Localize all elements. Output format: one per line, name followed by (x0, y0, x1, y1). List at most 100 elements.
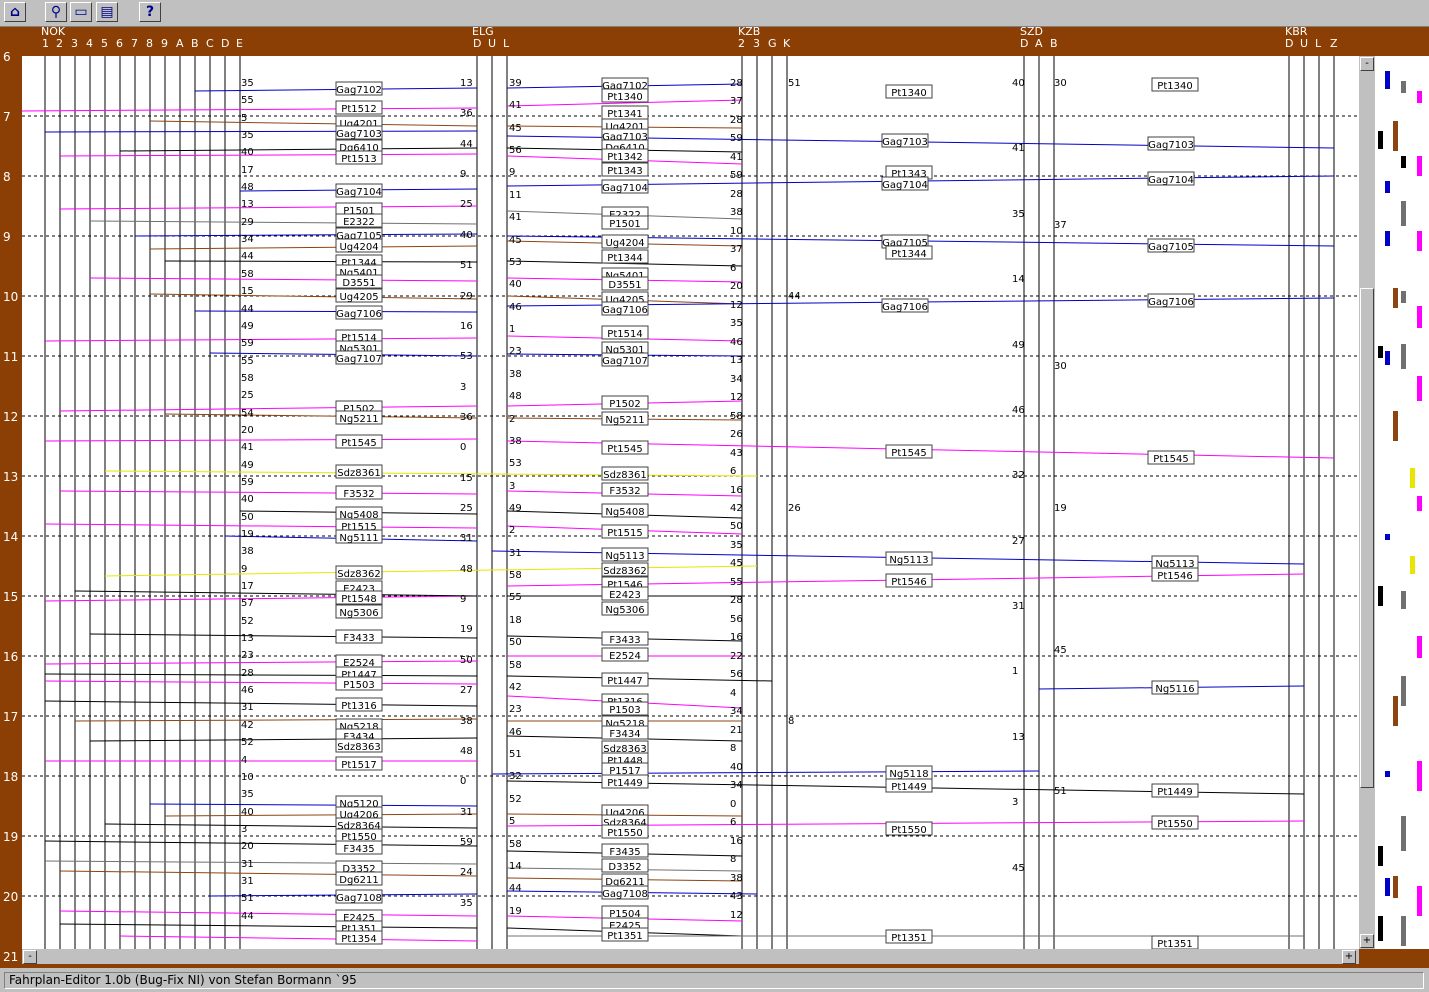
train-path[interactable] (44, 438, 478, 442)
train-label[interactable]: Pt1512 (335, 100, 383, 115)
toolbar-button-4[interactable]: ? (139, 2, 161, 22)
train-path[interactable] (164, 813, 478, 817)
train-path[interactable] (149, 803, 478, 807)
train-label[interactable]: Gag7107 (335, 350, 383, 365)
train-label[interactable]: Pt1341 (601, 105, 649, 120)
train-label[interactable]: Pt1513 (335, 150, 383, 165)
train-path[interactable] (44, 840, 478, 847)
train-path[interactable] (59, 205, 478, 210)
train-label[interactable]: Gag7106 (1147, 293, 1195, 308)
train-path[interactable] (59, 910, 478, 917)
scroll-right-button[interactable]: + (1342, 950, 1356, 964)
train-path[interactable] (149, 245, 478, 250)
train-label[interactable]: Pt1340 (1151, 77, 1199, 92)
scroll-up-button[interactable]: - (1360, 57, 1374, 71)
train-label[interactable]: Ng5113 (601, 547, 649, 562)
train-label[interactable]: F3433 (335, 629, 383, 644)
train-label[interactable]: Pt1344 (885, 245, 933, 260)
train-path[interactable] (164, 260, 478, 263)
train-label[interactable]: Ug4204 (601, 234, 649, 249)
train-path[interactable] (44, 337, 478, 342)
train-label[interactable]: Pt1548 (335, 590, 383, 605)
train-label[interactable]: F3433 (601, 631, 649, 646)
train-label[interactable]: Pt1545 (601, 440, 649, 455)
train-label[interactable]: Ng5408 (601, 503, 649, 518)
train-label[interactable]: Sdz8361 (335, 464, 383, 479)
train-label[interactable]: F3532 (601, 482, 649, 497)
train-label[interactable]: Pt1546 (1151, 567, 1199, 582)
train-path[interactable] (119, 147, 478, 152)
train-label[interactable]: Gag7104 (601, 179, 649, 194)
train-label[interactable]: Sdz8362 (601, 562, 649, 577)
train-label[interactable]: Gag7105 (1147, 238, 1195, 253)
train-path[interactable] (44, 860, 478, 865)
train-label[interactable]: Gag7103 (335, 125, 383, 140)
train-label[interactable]: D3352 (601, 858, 649, 873)
graph-canvas[interactable]: Gag7102Pt1512Ug4201Gag7103Dg6410Pt1513Ga… (22, 56, 1359, 949)
train-path[interactable] (104, 823, 478, 829)
train-path[interactable] (491, 770, 1040, 775)
train-label[interactable]: Ng5211 (335, 410, 383, 425)
train-label[interactable]: Pt1550 (1151, 815, 1199, 830)
train-label[interactable]: Gag7106 (601, 301, 649, 316)
train-label[interactable]: Ng5111 (335, 529, 383, 544)
train-label[interactable]: Gag7107 (601, 352, 649, 367)
train-label[interactable]: E2322 (335, 213, 383, 228)
train-path[interactable] (44, 700, 478, 707)
train-label[interactable]: Gag7104 (335, 183, 383, 198)
train-label[interactable]: F3532 (335, 485, 383, 500)
train-label[interactable]: Pt1351 (1151, 935, 1199, 949)
train-label[interactable]: Ug4204 (335, 238, 383, 253)
train-label[interactable]: Ng5211 (601, 411, 649, 426)
train-label[interactable]: P1503 (335, 676, 383, 691)
train-label[interactable]: Pt1447 (601, 672, 649, 687)
train-path[interactable] (104, 565, 758, 577)
train-label[interactable]: Gag7103 (1147, 136, 1195, 151)
train-label[interactable]: Sdz8361 (601, 466, 649, 481)
train-label[interactable]: D3551 (335, 274, 383, 289)
scroll-left-button[interactable]: - (23, 950, 37, 964)
train-label[interactable]: F3435 (335, 840, 383, 855)
scroll-thumb[interactable] (1360, 288, 1374, 788)
train-label[interactable]: Gag7108 (601, 885, 649, 900)
train-label[interactable]: E2524 (601, 647, 649, 662)
train-label[interactable]: Gag7106 (335, 305, 383, 320)
vertical-scrollbar[interactable]: - + (1359, 56, 1375, 949)
train-path[interactable] (89, 220, 478, 225)
train-path[interactable] (44, 523, 478, 529)
train-label[interactable]: P1502 (601, 395, 649, 410)
train-label[interactable]: P1503 (601, 701, 649, 716)
train-path[interactable] (89, 737, 478, 742)
train-path[interactable] (89, 633, 478, 639)
train-path[interactable] (89, 277, 478, 282)
toolbar-button-1[interactable]: ⚲ (45, 2, 67, 22)
train-label[interactable]: Gag7102 (335, 81, 383, 96)
train-label[interactable]: Sdz8362 (335, 565, 383, 580)
train-label[interactable]: Pt1545 (885, 444, 933, 459)
train-label[interactable]: Pt1514 (601, 325, 649, 340)
train-label[interactable]: Gag7106 (881, 298, 929, 313)
train-path[interactable] (44, 130, 478, 133)
timetable-graph[interactable]: Gag7102 Pt1512 Ug4201 Gag7103 Dg6410 Pt1513 Ga… (22, 56, 1359, 949)
train-label[interactable]: Pt1545 (335, 434, 383, 449)
train-label[interactable]: Gag7104 (881, 176, 929, 191)
train-path[interactable] (59, 405, 478, 412)
train-label[interactable]: Pt1546 (885, 573, 933, 588)
train-label[interactable]: Gag7103 (881, 133, 929, 148)
toolbar-button-0[interactable]: ⌂ (4, 2, 26, 22)
train-label[interactable]: Ug4205 (335, 288, 383, 303)
train-label[interactable]: Pt1517 (335, 756, 383, 771)
train-path[interactable] (149, 293, 478, 300)
toolbar-button-3[interactable]: ▤ (96, 2, 118, 22)
train-label[interactable]: Pt1340 (601, 88, 649, 103)
train-path[interactable] (59, 870, 478, 877)
train-path[interactable] (44, 660, 478, 665)
train-path[interactable] (59, 153, 478, 157)
train-path[interactable] (44, 673, 478, 677)
train-path[interactable] (119, 935, 478, 942)
horizontal-scrollbar[interactable]: - + (22, 949, 1359, 964)
train-label[interactable]: Ng5118 (885, 765, 933, 780)
train-label[interactable]: Pt1316 (335, 697, 383, 712)
train-label[interactable]: F3435 (601, 843, 649, 858)
train-label[interactable]: Pt1344 (601, 249, 649, 264)
